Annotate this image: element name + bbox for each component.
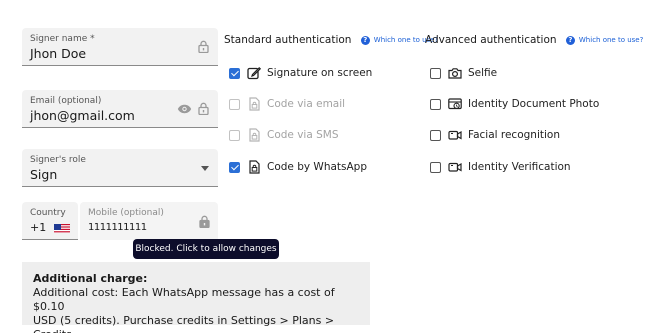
option-code-via-sms: Code via SMS	[229, 127, 339, 143]
option-selfie[interactable]: Selfie	[430, 65, 497, 81]
standard-auth-header: Standard authentication ? Which one to u…	[224, 34, 438, 46]
charge-line-2: USD (5 credits). Purchase credits in Set…	[33, 314, 335, 333]
charge-line-1: Additional cost: Each WhatsApp message h…	[33, 286, 335, 313]
country-select[interactable]: Country +1	[22, 202, 78, 240]
checkbox-disabled	[229, 98, 240, 110]
option-label: Identity Verification	[468, 161, 571, 173]
eye-icon[interactable]	[177, 104, 192, 114]
signer-name-value[interactable]: Jhon Doe	[30, 46, 86, 61]
role-select[interactable]: Signer's role Sign	[22, 149, 218, 187]
email-value[interactable]: jhon@gmail.com	[30, 108, 135, 123]
lock-icon[interactable]	[199, 215, 210, 228]
standard-auth-title: Standard authentication	[224, 34, 352, 46]
option-label: Signature on screen	[267, 67, 373, 79]
email-label: Email (optional)	[30, 96, 102, 106]
mobile-field[interactable]: Mobile (optional) 1111111111	[80, 202, 218, 240]
video-icon	[448, 160, 462, 174]
option-label: Selfie	[468, 67, 498, 79]
pen-square-icon	[247, 66, 262, 80]
option-label: Facial recognition	[468, 129, 560, 141]
checkbox-checked[interactable]	[229, 161, 240, 173]
mobile-value[interactable]: 1111111111	[88, 222, 147, 233]
lock-doc-icon	[247, 128, 261, 142]
option-identity-document-photo[interactable]: Identity Document Photo	[430, 96, 599, 112]
checkbox-checked[interactable]	[229, 67, 240, 79]
option-code-by-whatsapp[interactable]: Code by WhatsApp	[229, 159, 367, 175]
lock-icon[interactable]	[198, 40, 209, 53]
id-card-icon	[448, 97, 462, 111]
option-identity-verification[interactable]: Identity Verification	[430, 159, 571, 175]
checkbox-unchecked[interactable]	[430, 129, 441, 141]
camera-icon	[448, 66, 462, 80]
signer-name-field[interactable]: Signer name * Jhon Doe	[22, 28, 218, 66]
option-label: Code via SMS	[267, 129, 339, 141]
option-code-via-email: Code via email	[229, 96, 345, 112]
option-label: Code by WhatsApp	[267, 161, 368, 173]
blocked-tooltip[interactable]: Blocked. Click to allow changes	[133, 239, 279, 259]
option-label: Code via email	[267, 98, 346, 110]
advanced-auth-header: Advanced authentication ? Which one to u…	[425, 34, 643, 46]
mobile-label: Mobile (optional)	[88, 208, 164, 218]
advanced-help-link[interactable]: ? Which one to use?	[565, 35, 643, 45]
advanced-auth-title: Advanced authentication	[425, 34, 557, 46]
help-icon: ?	[360, 35, 370, 45]
country-label: Country	[30, 208, 66, 218]
us-flag-icon	[54, 222, 70, 233]
option-signature-on-screen[interactable]: Signature on screen	[229, 65, 372, 81]
lock-doc-icon	[247, 160, 261, 174]
email-field[interactable]: Email (optional) jhon@gmail.com	[22, 90, 218, 128]
checkbox-unchecked[interactable]	[430, 161, 441, 173]
caret-down-icon[interactable]	[201, 166, 209, 171]
lock-icon[interactable]	[198, 102, 209, 115]
country-code[interactable]: +1	[30, 221, 46, 234]
role-value[interactable]: Sign	[30, 167, 57, 182]
charge-title: Additional charge:	[33, 272, 148, 285]
lock-doc-icon	[247, 97, 261, 111]
signer-name-label: Signer name *	[30, 34, 95, 44]
advanced-help-text[interactable]: Which one to use?	[579, 36, 643, 44]
help-icon: ?	[565, 35, 575, 45]
video-icon	[448, 128, 462, 142]
role-label: Signer's role	[30, 155, 86, 165]
additional-charge-notice: Additional charge: Additional cost: Each…	[22, 262, 370, 333]
option-label: Identity Document Photo	[468, 98, 600, 110]
checkbox-unchecked[interactable]	[430, 98, 441, 110]
checkbox-disabled	[229, 129, 240, 141]
checkbox-unchecked[interactable]	[430, 67, 441, 79]
option-facial-recognition[interactable]: Facial recognition	[430, 127, 560, 143]
